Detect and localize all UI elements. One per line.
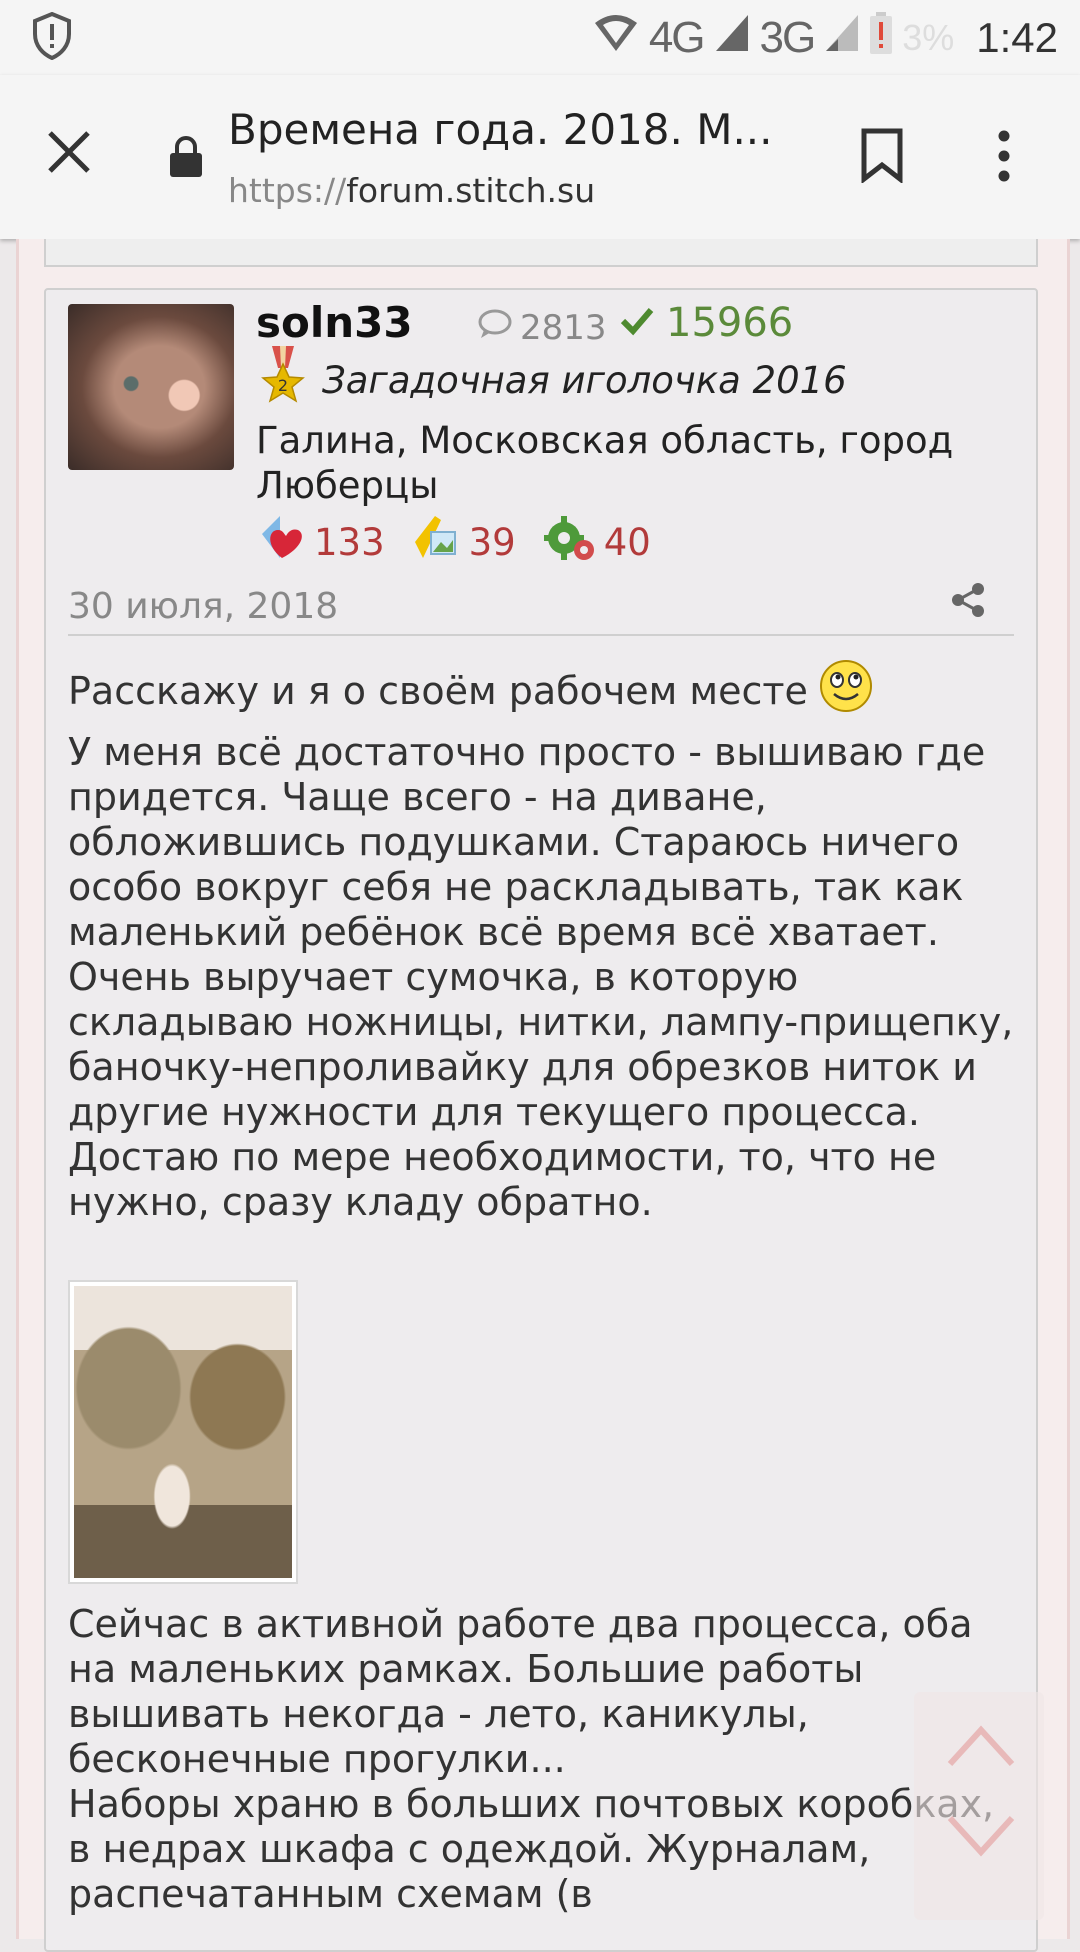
stat-hearts[interactable]: 133 xyxy=(256,512,385,573)
battery-icon xyxy=(870,11,893,65)
signal-icon xyxy=(714,13,750,64)
scroll-up-icon[interactable] xyxy=(946,1724,1016,1772)
avatar[interactable] xyxy=(68,304,234,470)
heart-icon xyxy=(256,512,308,573)
network-type-2: 3G xyxy=(759,13,817,62)
scroll-down-icon[interactable] xyxy=(946,1814,1016,1862)
user-stats: 133 39 40 xyxy=(256,512,651,573)
award-number: 2 xyxy=(278,376,288,395)
post-date: 30 июля, 2018 xyxy=(68,586,339,627)
sofa-photo-image xyxy=(74,1286,292,1578)
message-count-value: 2813 xyxy=(520,308,607,348)
likes-count: 15966 xyxy=(620,300,793,346)
stat-pictures[interactable]: 39 xyxy=(411,512,516,573)
username[interactable]: soln33 xyxy=(256,298,413,347)
message-count[interactable]: 2813 xyxy=(478,308,607,348)
likes-value: 15966 xyxy=(666,300,794,346)
post-paragraph-2: Сейчас в активной работе два процесса, о… xyxy=(68,1602,995,1916)
share-icon[interactable] xyxy=(950,582,986,622)
wifi-icon xyxy=(593,13,639,64)
previous-post-edge xyxy=(44,239,1038,267)
forum-post: soln33 2813 15966 2 Загадочная иголочка … xyxy=(44,288,1038,1952)
comment-icon xyxy=(478,308,512,348)
post-paragraph-1: У меня всё достаточно просто - вышиваю г… xyxy=(68,730,1014,1224)
battery-percent: 3% xyxy=(902,17,955,58)
bookmark-icon[interactable] xyxy=(858,127,906,187)
scroll-controls xyxy=(914,1692,1044,1920)
medal-icon: 2 xyxy=(258,346,308,414)
award-badge: 2 Загадочная иголочка 2016 xyxy=(258,346,847,414)
check-icon xyxy=(620,300,654,346)
network-type-1: 4G xyxy=(648,13,706,62)
user-location: Галина, Московская область, город Люберц… xyxy=(256,419,954,507)
smiley-icon xyxy=(818,658,874,724)
stat-hearts-value: 133 xyxy=(314,521,385,564)
url-bar[interactable]: https://forum.stitch.su xyxy=(228,171,595,210)
url-scheme: https:// xyxy=(228,171,347,210)
gear-icon xyxy=(542,512,598,573)
more-options-icon[interactable] xyxy=(996,130,1012,186)
stat-gears-value: 40 xyxy=(603,521,651,564)
picture-icon xyxy=(411,512,463,573)
award-title: Загадочная иголочка 2016 xyxy=(322,358,847,402)
lead-text: Расскажу и я о своём рабочем месте xyxy=(68,668,808,713)
status-bar: 4G 3G 3% 1:42 xyxy=(0,0,1080,75)
attached-photo[interactable] xyxy=(68,1280,298,1584)
post-lead: Расскажу и я о своём рабочем месте xyxy=(68,658,1028,724)
header-divider xyxy=(68,634,1014,636)
stat-gears[interactable]: 40 xyxy=(542,512,651,573)
lock-icon[interactable] xyxy=(168,135,204,183)
clock: 1:42 xyxy=(976,14,1058,61)
stat-pictures-value: 39 xyxy=(468,521,516,564)
shield-icon xyxy=(32,11,72,64)
signal-icon-2 xyxy=(824,13,860,64)
page-title[interactable]: Времена года. 2018. М... xyxy=(228,105,788,154)
close-icon[interactable] xyxy=(44,127,94,181)
browser-toolbar: Времена года. 2018. М... https://forum.s… xyxy=(0,75,1080,239)
url-host: forum.stitch.su xyxy=(346,171,596,210)
